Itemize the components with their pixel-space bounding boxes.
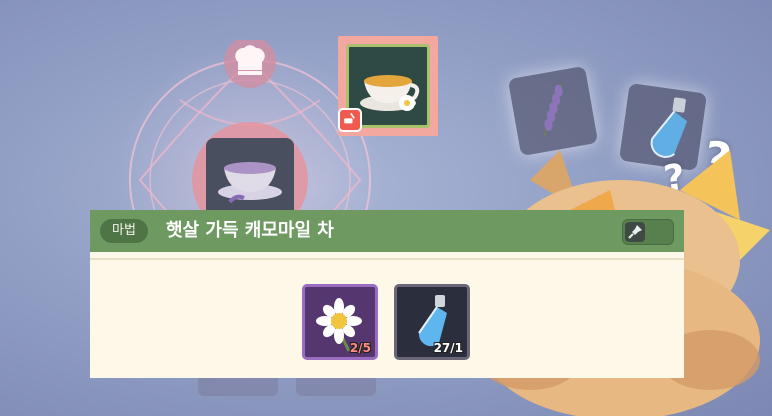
divider	[90, 258, 684, 260]
recipe-title: 햇살 가득 캐모마일 차	[166, 220, 334, 241]
category-tag: 마법	[100, 219, 148, 243]
ingredient-count: 2/5	[349, 341, 371, 355]
ingredient-slot[interactable]: 27/1	[394, 284, 470, 360]
result-item-slot[interactable]	[338, 36, 438, 136]
background-button	[296, 376, 376, 396]
cooking-pot-icon	[338, 108, 362, 132]
lavender-card	[507, 65, 599, 157]
recipe-panel: 마법 햇살 가득 캐모마일 차 2/5 27/1	[90, 210, 684, 378]
ingredient-slot[interactable]: 2/5	[302, 284, 378, 360]
recipe-header: 마법 햇살 가득 캐모마일 차	[90, 210, 684, 260]
ingredient-count: 27/1	[433, 341, 463, 355]
lavender-icon	[543, 83, 563, 137]
background-button	[198, 376, 278, 396]
pin-toggle[interactable]	[622, 219, 674, 245]
game-scene: ? ? 마법 햇살 가득 캐모마일 차 2/5 27/1	[0, 0, 772, 416]
pin-icon	[625, 222, 645, 242]
